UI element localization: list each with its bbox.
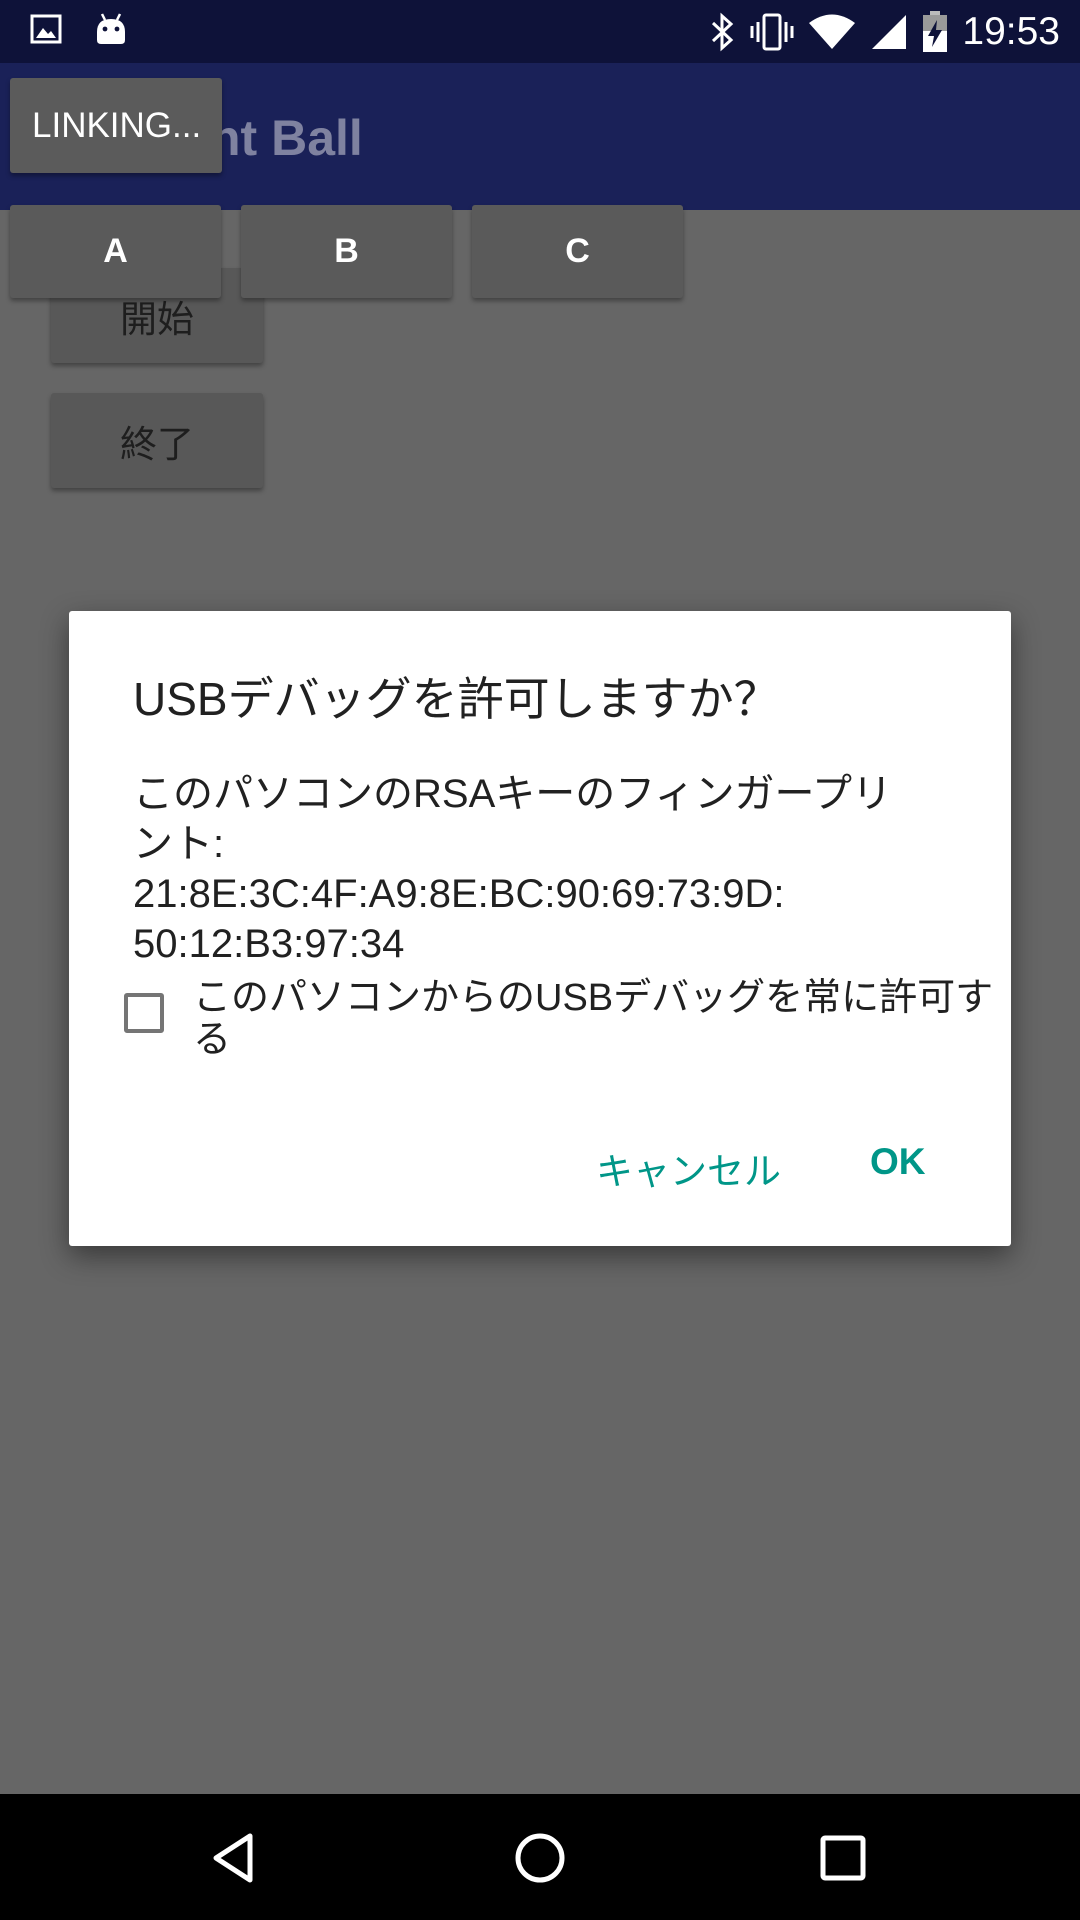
bluetooth-icon: [710, 12, 736, 52]
end-button[interactable]: 終了: [51, 393, 263, 488]
dialog-message-line: 21:8E:3C:4F:A9:8E:BC:90:69:73:9D:: [133, 872, 785, 916]
app-title: nt Ball: [210, 110, 363, 166]
always-allow-row[interactable]: このパソコンからのUSBデバッグを常に許可す る: [124, 977, 994, 1067]
image-icon: [30, 14, 62, 44]
dialog-message-line: ント:: [133, 822, 225, 866]
android-icon: [94, 12, 128, 46]
b-button-label: B: [334, 232, 359, 270]
linking-button[interactable]: LINKING...: [10, 78, 222, 173]
always-allow-label-line: る: [193, 1019, 232, 1061]
always-allow-label-line: このパソコンからのUSBデバッグを常に許可す: [193, 977, 994, 1019]
status-time: 19:53: [962, 10, 1060, 53]
status-bar: 19:53: [0, 0, 1080, 63]
a-button-label: A: [103, 232, 128, 270]
linking-button-label: LINKING...: [32, 105, 202, 145]
battery-charging-icon: [922, 11, 948, 53]
c-button[interactable]: C: [472, 205, 683, 298]
end-button-label: 終了: [120, 423, 194, 465]
cancel-button[interactable]: キャンセル: [596, 1141, 781, 1195]
dialog-message-line: 50:12:B3:97:34: [133, 922, 405, 966]
dialog-message-line: このパソコンのRSAキーのフィンガープリ: [133, 772, 893, 816]
always-allow-label[interactable]: このパソコンからのUSBデバッグを常に許可す る: [193, 977, 994, 1061]
dialog-title: USBデバッグを許可しますか？: [133, 673, 780, 725]
recent-apps-icon[interactable]: [815, 1830, 871, 1886]
home-icon[interactable]: [512, 1830, 568, 1886]
status-right-icons: 19:53: [696, 10, 1060, 54]
back-icon[interactable]: [208, 1830, 264, 1886]
dialog-message: このパソコンのRSAキーのフィンガープリ ント: 21:8E:3C:4F:A9:…: [133, 769, 933, 969]
ok-button[interactable]: OK: [870, 1141, 926, 1183]
wifi-icon: [808, 14, 856, 50]
usb-debug-dialog: USBデバッグを許可しますか？ このパソコンのRSAキーのフィンガープリ ント:…: [69, 611, 1011, 1246]
vibrate-icon: [750, 12, 794, 52]
always-allow-checkbox[interactable]: [124, 993, 164, 1033]
b-button[interactable]: B: [241, 205, 452, 298]
navigation-bar: [0, 1794, 1080, 1920]
signal-icon: [870, 13, 908, 51]
a-button[interactable]: A: [10, 205, 221, 298]
c-button-label: C: [565, 232, 590, 270]
